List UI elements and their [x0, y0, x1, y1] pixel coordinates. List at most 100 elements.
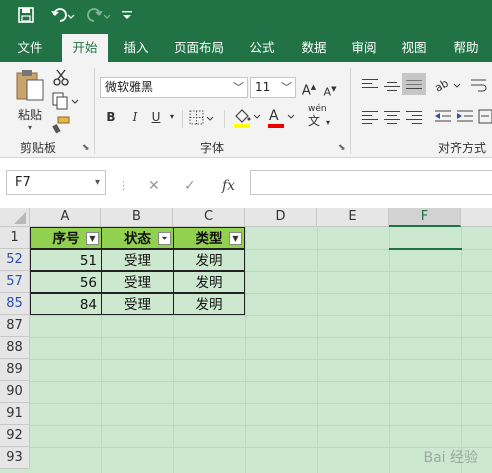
filter-applied-icon[interactable]: ⏷ — [158, 232, 171, 245]
underline-dropdown-icon[interactable]: ▾ — [166, 107, 178, 127]
cut-icon[interactable] — [52, 68, 70, 86]
table-cell[interactable]: 受理 — [101, 249, 174, 271]
shrink-font-button[interactable]: A▼ — [322, 79, 338, 103]
chevron-down-icon: ▾ — [27, 123, 32, 132]
fill-color-icon[interactable] — [232, 106, 264, 128]
chevron-down-icon[interactable]: ▾ — [95, 171, 100, 194]
header-cell-b1[interactable]: 状态 ⏷ — [101, 227, 174, 249]
formula-input[interactable] — [250, 170, 492, 195]
name-box[interactable]: F7 ▾ — [6, 170, 106, 195]
table-cell[interactable]: 84 — [30, 293, 102, 315]
row-header[interactable]: 88 — [0, 337, 30, 359]
column-header-e[interactable]: E — [317, 208, 389, 227]
table-cell[interactable]: 发明 — [173, 249, 245, 271]
chevron-down-icon[interactable]: ﹀ — [233, 78, 244, 97]
align-left-icon[interactable] — [362, 108, 378, 127]
header-cell-a1[interactable]: 序号 ▼ — [30, 227, 102, 249]
tab-review[interactable]: 审阅 — [342, 34, 386, 62]
wrap-text-icon[interactable] — [470, 76, 488, 94]
font-name-combo[interactable]: 微软雅黑 ﹀ — [100, 77, 248, 98]
row-header[interactable]: 92 — [0, 425, 30, 447]
tab-home[interactable]: 开始 — [62, 34, 108, 62]
header-cell-label: 状态 — [124, 231, 151, 247]
copy-icon[interactable] — [52, 92, 80, 110]
row-header[interactable]: 87 — [0, 315, 30, 337]
name-box-value: F7 — [15, 175, 31, 190]
tab-view[interactable]: 视图 — [392, 34, 436, 62]
row-header[interactable]: 90 — [0, 381, 30, 403]
column-header-d[interactable]: D — [245, 208, 317, 227]
tab-help[interactable]: 帮助 — [444, 34, 488, 62]
column-header-a[interactable]: A — [30, 208, 101, 227]
enter-icon[interactable]: ✓ — [184, 178, 196, 194]
filter-dropdown-icon[interactable]: ▼ — [86, 232, 99, 245]
spreadsheet-grid[interactable]: A B C D E F 1 52 57 85 87 88 89 90 91 92 — [0, 208, 492, 473]
grow-font-label: A — [301, 83, 311, 99]
table-cell[interactable]: 发明 — [173, 271, 245, 293]
font-size-combo[interactable]: 11 ﹀ — [250, 77, 296, 98]
table-cell[interactable]: 受理 — [101, 271, 174, 293]
gridline — [30, 315, 492, 316]
formula-bar-grip-icon: ⋮ — [118, 179, 129, 192]
italic-button[interactable]: I — [126, 107, 144, 127]
bold-button[interactable]: B — [102, 107, 120, 127]
tab-page-layout[interactable]: 页面布局 — [166, 34, 232, 62]
filter-dropdown-icon[interactable]: ▼ — [229, 232, 242, 245]
row-header[interactable]: 57 — [0, 271, 30, 293]
column-header-b[interactable]: B — [101, 208, 173, 227]
header-cell-c1[interactable]: 类型 ▼ — [173, 227, 245, 249]
row-header[interactable]: 91 — [0, 403, 30, 425]
align-center-icon[interactable] — [384, 108, 400, 127]
undo-icon[interactable] — [50, 7, 78, 27]
font-color-icon[interactable]: A — [266, 106, 298, 128]
font-launcher-icon[interactable]: ⬊ — [338, 143, 346, 153]
tab-insert[interactable]: 插入 — [114, 34, 158, 62]
underline-button[interactable]: U — [148, 107, 164, 127]
bottom-align-button[interactable] — [402, 73, 426, 95]
select-all-corner[interactable] — [0, 208, 30, 227]
save-icon[interactable] — [18, 7, 40, 27]
clipboard-launcher-icon[interactable]: ⬊ — [82, 143, 90, 153]
gridline — [317, 227, 318, 473]
column-header-c[interactable]: C — [173, 208, 245, 227]
insert-function-icon[interactable]: fx — [222, 178, 235, 194]
orientation-icon[interactable]: ab — [432, 76, 464, 95]
tab-data[interactable]: 数据 — [292, 34, 336, 62]
row-header[interactable]: 1 — [0, 227, 30, 249]
redo-icon[interactable] — [86, 7, 114, 27]
row-header[interactable]: 89 — [0, 359, 30, 381]
increase-indent-icon[interactable] — [456, 108, 474, 126]
row-header[interactable]: 85 — [0, 293, 30, 315]
table-cell[interactable]: 51 — [30, 249, 102, 271]
cancel-icon[interactable]: ✕ — [148, 178, 160, 194]
formula-bar: F7 ▾ ⋮ ✕ ✓ fx — [0, 158, 492, 208]
tab-file[interactable]: 文件 — [8, 34, 52, 62]
column-header-next[interactable] — [461, 208, 492, 227]
column-header-f[interactable]: F — [389, 208, 461, 227]
svg-text:ab: ab — [434, 77, 451, 94]
format-painter-icon[interactable] — [52, 116, 70, 134]
row-header[interactable]: 93 — [0, 447, 30, 469]
middle-align-icon[interactable] — [384, 79, 400, 94]
chevron-down-icon[interactable]: ﹀ — [281, 78, 292, 97]
tab-formulas[interactable]: 公式 — [240, 34, 284, 62]
table-cell[interactable]: 受理 — [101, 293, 174, 315]
phonetic-guide-button[interactable]: wén 文 ▾ — [308, 104, 342, 130]
merge-center-icon[interactable] — [478, 108, 492, 126]
customize-qat-icon[interactable] — [120, 7, 136, 27]
grow-font-button[interactable]: A▲ — [301, 77, 317, 101]
gridline — [245, 227, 246, 473]
row-header[interactable]: 52 — [0, 249, 30, 271]
borders-icon[interactable] — [188, 109, 216, 127]
top-align-icon[interactable] — [362, 76, 378, 91]
table-cell[interactable]: 发明 — [173, 293, 245, 315]
gridline — [30, 403, 492, 404]
font-size-value: 11 — [255, 80, 271, 94]
align-right-icon[interactable] — [406, 108, 422, 127]
ribbon-tabs: 文件 开始 插入 页面布局 公式 数据 审阅 视图 帮助 — [0, 34, 492, 62]
quick-access-toolbar — [0, 0, 492, 34]
paste-button[interactable]: 粘贴 ▾ — [14, 68, 46, 132]
table-cell[interactable]: 56 — [30, 271, 102, 293]
decrease-indent-icon[interactable] — [434, 108, 452, 126]
font-name-value: 微软雅黑 — [105, 80, 154, 94]
